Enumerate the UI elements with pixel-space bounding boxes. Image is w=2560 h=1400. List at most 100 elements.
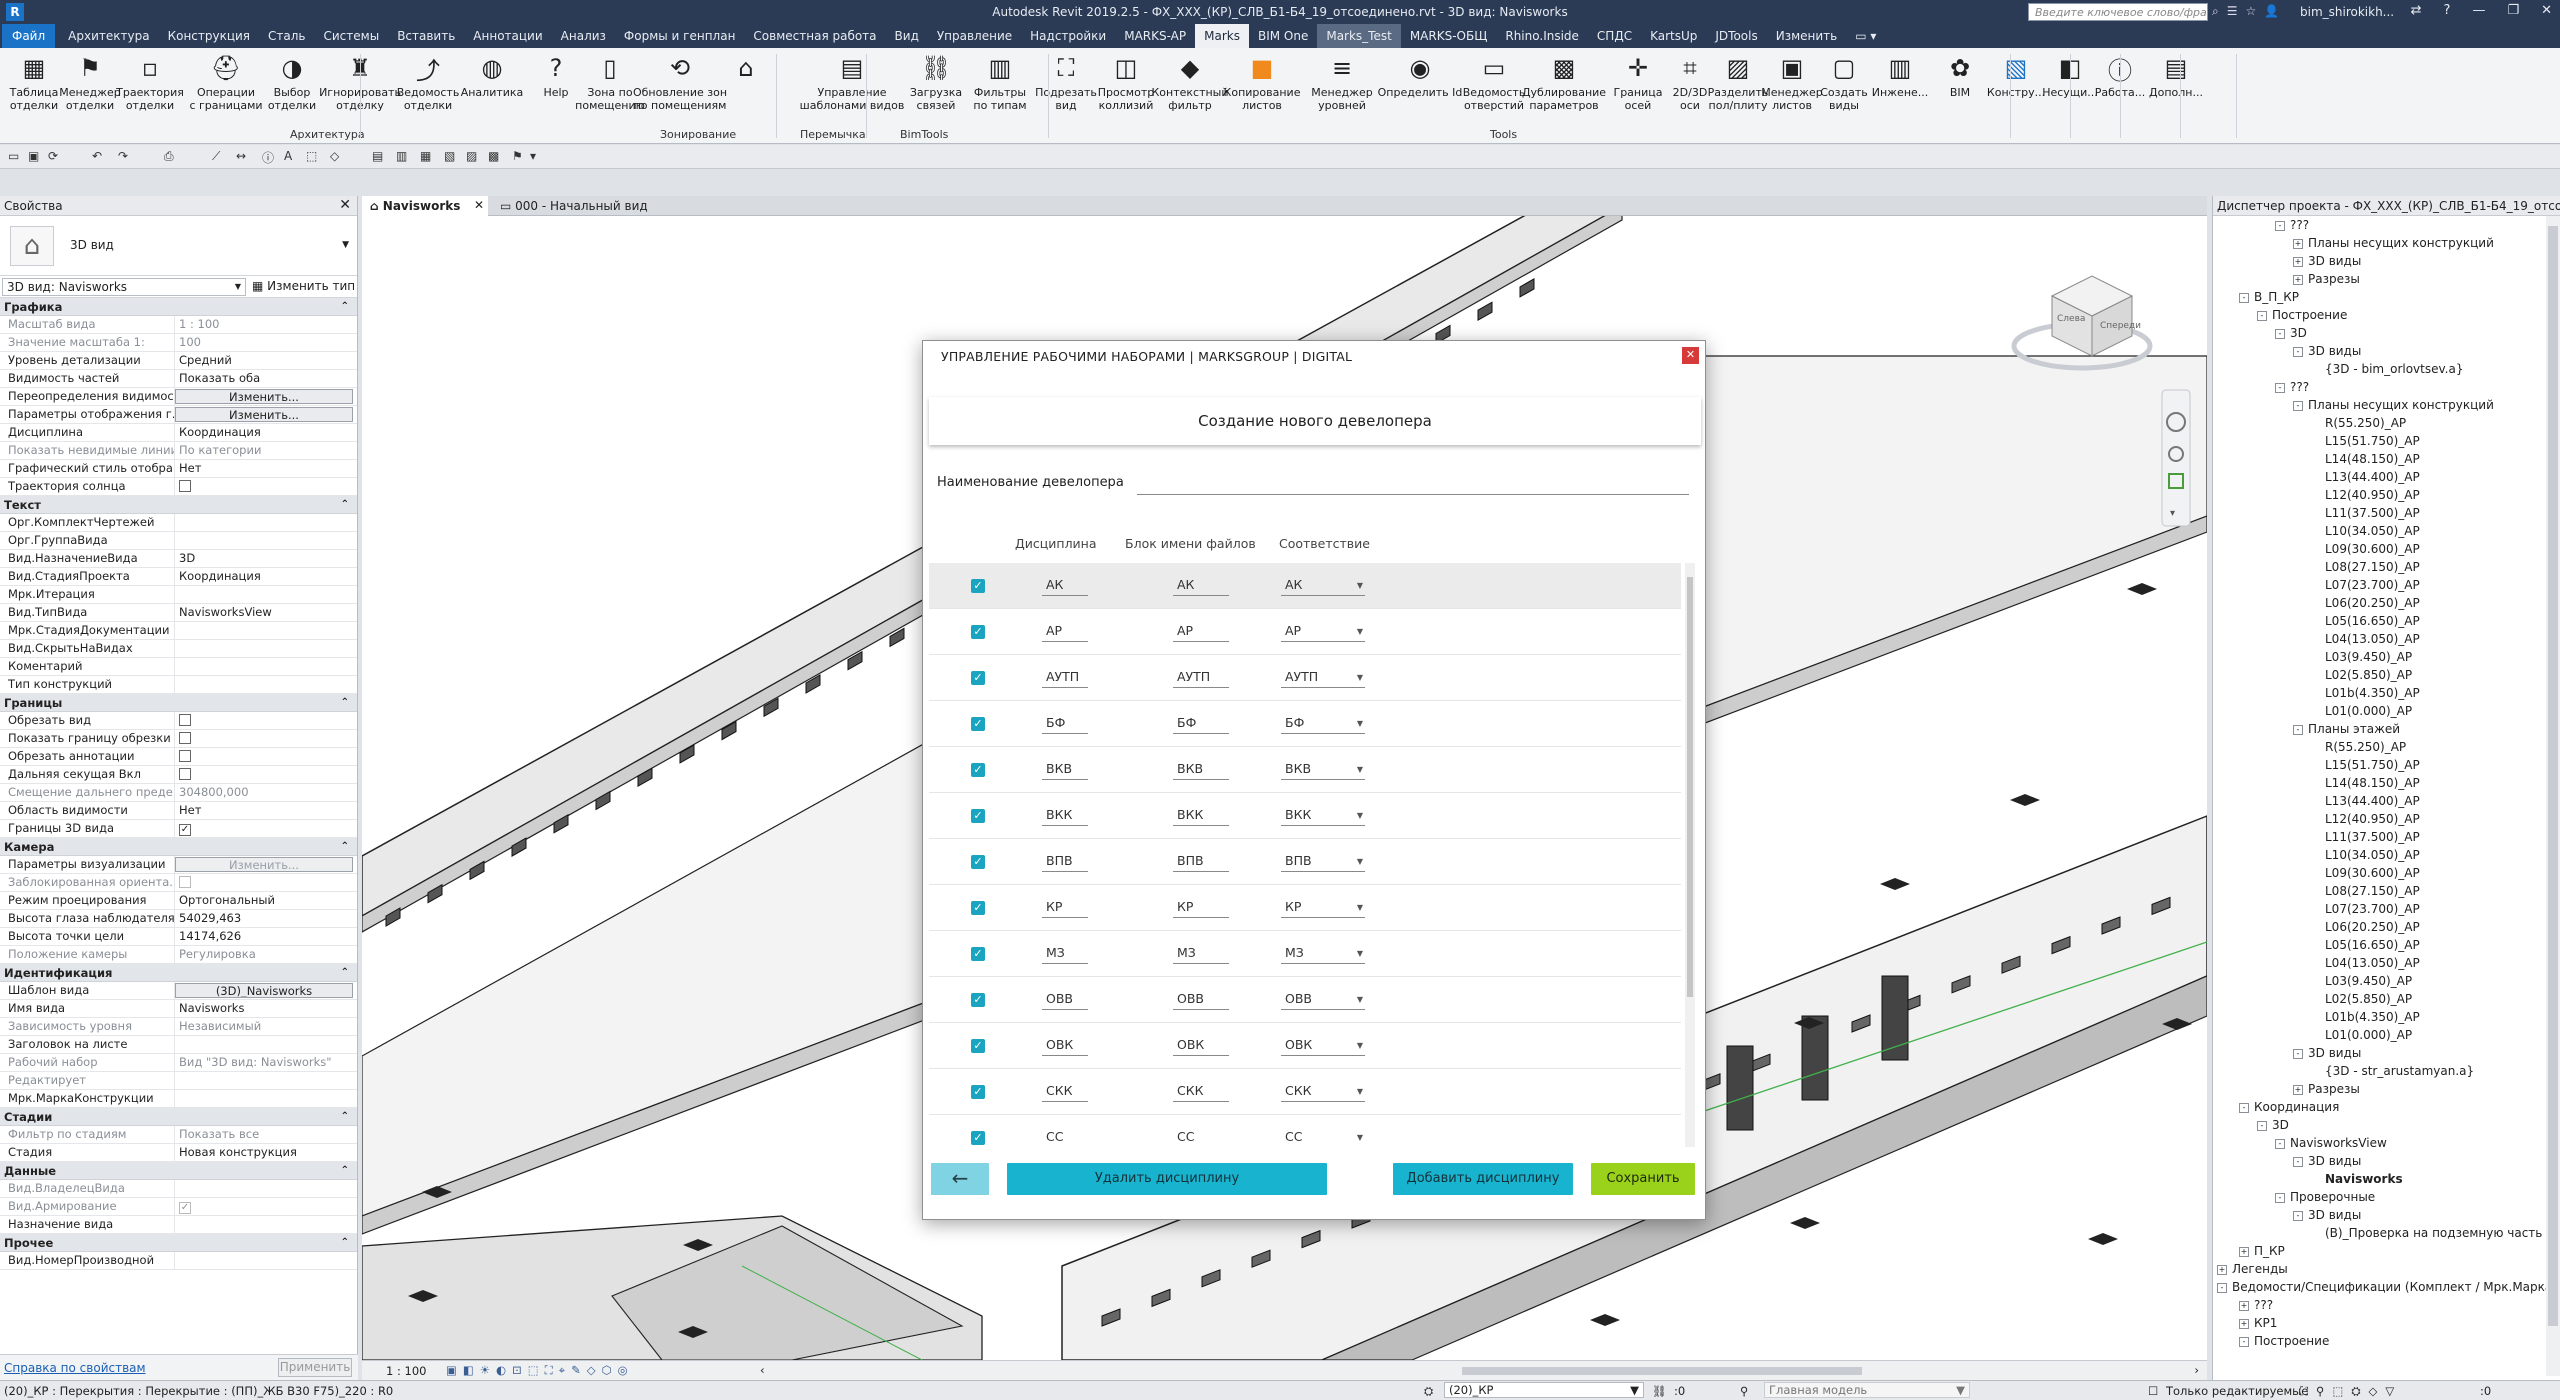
menu-tab-10[interactable]: Вид [886,24,928,48]
properties-section[interactable]: Идентификация ⌃ [0,964,357,982]
add-discipline-button[interactable]: Добавить дисциплину [1393,1163,1573,1195]
tree-node[interactable]: L09(30.600)_АР [2325,864,2420,882]
undo-icon[interactable]: ↶ [92,149,102,163]
property-value[interactable] [175,730,357,747]
collapse-icon[interactable]: - [2293,1210,2303,1221]
close-icon[interactable]: ✕ [474,198,484,212]
tree-node[interactable]: -3D [2257,1116,2289,1134]
menu-tab-5[interactable]: Вставить [388,24,464,48]
menu-tab-12[interactable]: Надстройки [1021,24,1115,48]
menu-tab-13[interactable]: MARKS-AP [1115,24,1195,48]
tree-node[interactable]: + КР1 [2239,1314,2277,1332]
ribbon-button-21[interactable]: ▭ Ведомость отверстий [1463,50,1526,124]
match-select[interactable]: БФ ▼ [1281,713,1365,734]
property-edit-button[interactable]: Изменить... [175,389,353,404]
workset-select[interactable]: (20)_КР ▼ [1444,1382,1644,1398]
ribbon-button-17[interactable]: ◆ Контекстный фильтр [1151,50,1228,124]
collapse-icon[interactable]: - [2293,346,2303,357]
property-value[interactable]: Средний [175,352,357,369]
close-hidden-icon[interactable]: ▥ [396,149,407,163]
tree-node[interactable]: R(55.250)_АР [2325,414,2406,432]
discipline-checkbox[interactable]: ✓ [971,1085,985,1099]
tree-node[interactable]: -3D [2275,324,2307,342]
file-block-field[interactable]: ВКВ [1173,759,1229,780]
help-icon[interactable]: ? [2444,3,2451,18]
file-block-field[interactable]: АР [1173,621,1229,642]
discipline-field[interactable]: АК [1042,575,1088,596]
collapse-icon[interactable]: ⌃ [341,1162,349,1180]
properties-section[interactable]: Графика ⌃ [0,298,357,316]
design-option-select[interactable]: Главная модель ▼ [1764,1382,1970,1398]
grid-icon[interactable]: ▧ [444,149,455,163]
menu-tab-15[interactable]: BIM One [1249,24,1317,48]
tree-node[interactable]: L05(16.650)_АР [2325,612,2420,630]
property-value[interactable] [175,1252,357,1269]
binoculars-icon[interactable]: ⌕ [2212,4,2219,19]
vertical-scrollbar[interactable] [2546,216,2560,1376]
ribbon-button-16[interactable]: ◫ Просмотр коллизий [1096,50,1156,124]
tree-node[interactable]: L11(37.500)_АР [2325,828,2420,846]
expand-icon[interactable]: + [2239,1300,2249,1311]
tree-node[interactable]: - Ведомости/Спецификации (Комплект / Мрк.… [2217,1278,2557,1296]
ribbon-button-3[interactable]: ⛑ Операции с границами [189,50,262,124]
property-value[interactable]: 54029,463 [175,910,357,927]
property-value[interactable]: ✓ [175,820,357,837]
tree-node[interactable]: L14(48.150)_АР [2325,450,2420,468]
tree-node[interactable]: L06(20.250)_АР [2325,918,2420,936]
collapse-icon[interactable]: ⌃ [341,1108,349,1126]
expand-icon[interactable]: + [2293,256,2303,267]
discipline-checkbox[interactable]: ✓ [971,625,985,639]
ribbon-button-0[interactable]: ▦ Таблица отделки [4,50,64,124]
ribbon-button-30[interactable]: ▧ Констру... [1986,50,2046,124]
discipline-checkbox[interactable]: ✓ [971,947,985,961]
property-edit-button[interactable]: (3D)_Navisworks [175,983,353,998]
tree-node[interactable]: -??? [2275,378,2309,396]
menu-tab-8[interactable]: Формы и генплан [615,24,745,48]
filter-icon[interactable]: ⚲ [1740,1384,1748,1398]
collapse-icon[interactable]: ⌃ [341,694,349,712]
collapse-icon[interactable]: ⌃ [341,496,349,514]
ribbon-button-1[interactable]: ⚑ Менеджер отделки [59,50,120,124]
collapse-icon[interactable]: - [2239,1336,2249,1347]
tree-node[interactable]: L13(44.400)_АР [2325,792,2420,810]
expand-icon[interactable]: + [2217,1264,2227,1275]
minimize-button[interactable]: — [2472,3,2485,18]
user-name[interactable]: bim_shirokikh... [2300,5,2394,19]
property-value[interactable]: 14174,626 [175,928,357,945]
menu-tab-6[interactable]: Аннотации [464,24,551,48]
tree-node[interactable]: - Построение [2239,1332,2329,1350]
discipline-checkbox[interactable]: ✓ [971,901,985,915]
collapse-icon[interactable]: ⌃ [341,298,349,316]
navigation-bar[interactable]: ▾ [2161,389,2191,527]
menu-tab-21[interactable]: JDTools [1706,24,1766,48]
match-select[interactable]: ОВВ ▼ [1281,989,1365,1010]
tree-node[interactable]: L01(0.000)_АР [2325,1026,2412,1044]
apply-button[interactable]: Применить [278,1358,352,1377]
save-icon[interactable]: ▣ [28,149,39,163]
collapse-icon[interactable]: ⌃ [341,1234,349,1252]
section-icon[interactable]: ◇ [330,149,339,163]
discipline-checkbox[interactable]: ✓ [971,579,985,593]
tree-node[interactable]: L05(16.650)_АР [2325,936,2420,954]
collapse-icon[interactable]: - [2275,220,2285,231]
tree-node[interactable]: L10(34.050)_АР [2325,522,2420,540]
collapse-icon[interactable]: ⌃ [341,964,349,982]
property-checkbox[interactable]: ✓ [179,824,191,836]
scrollbar-thumb[interactable] [2548,226,2558,1326]
discipline-checkbox[interactable]: ✓ [971,717,985,731]
switch-windows-icon[interactable]: ▦ [420,149,431,163]
tree-node[interactable]: - NavisworksView [2275,1134,2387,1152]
property-value[interactable] [175,1090,357,1107]
tree-node[interactable]: + Разрезы [2293,1080,2360,1098]
menu-tab-22[interactable]: Изменить [1767,24,1847,48]
property-value[interactable] [175,478,357,495]
discipline-checkbox[interactable]: ✓ [971,855,985,869]
collapse-icon[interactable]: - [2275,1138,2285,1149]
property-value[interactable] [175,532,357,549]
match-select[interactable]: АУТП ▼ [1281,667,1365,688]
file-block-field[interactable]: СС [1173,1127,1229,1145]
revit-logo-icon[interactable]: R [6,3,24,21]
collapse-icon[interactable]: - [2239,292,2249,303]
menu-tab-17[interactable]: MARKS-ОБЩ [1401,24,1497,48]
ribbon-button-6[interactable]: ⤴ Ведомость отделки [397,50,460,124]
